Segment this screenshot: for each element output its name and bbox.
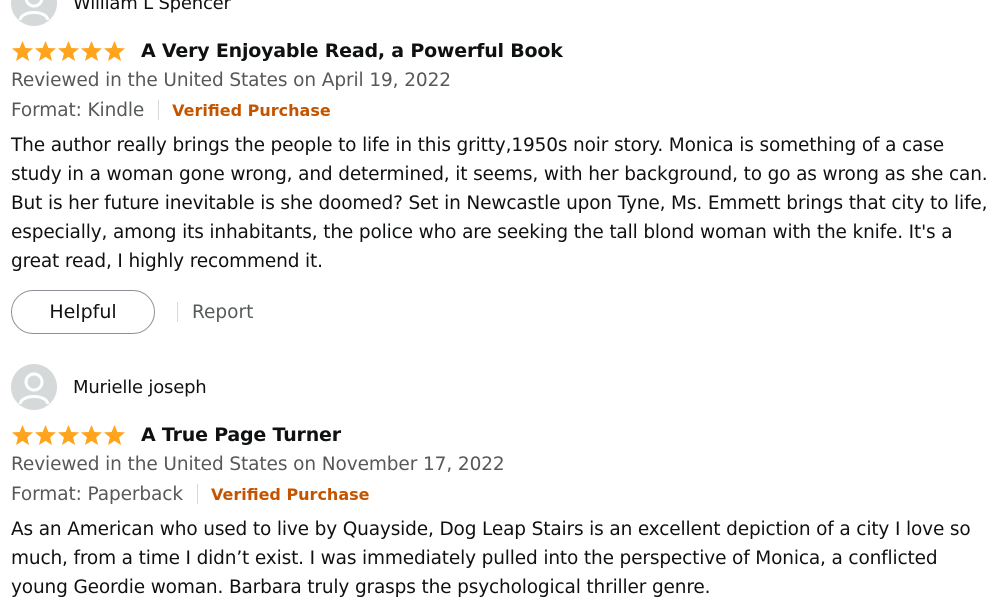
- review-date: Reviewed in the United States on April 1…: [11, 70, 451, 91]
- review-title[interactable]: A Very Enjoyable Read, a Powerful Book: [141, 40, 563, 62]
- report-link[interactable]: Report: [192, 302, 253, 323]
- default-avatar-icon: [18, 372, 50, 405]
- review-card: William L Spencer A Very Enjoyable Read,…: [11, 0, 996, 335]
- review-body: As an American who used to live by Quays…: [11, 515, 996, 602]
- review-body-line: The author really brings the people to l…: [11, 135, 944, 156]
- star-icon: [103, 424, 126, 446]
- star-icon: [34, 424, 57, 446]
- review-body-line: great read, I highly recommend it.: [11, 251, 323, 272]
- star-icon: [57, 424, 80, 446]
- review-body: The author really brings the people to l…: [11, 131, 996, 276]
- star-icon: [34, 40, 57, 62]
- five-star-rating-icon[interactable]: [11, 424, 127, 446]
- star-icon: [11, 424, 34, 446]
- star-icon: [103, 40, 126, 62]
- review-body-line: As an American who used to live by Quays…: [11, 519, 971, 540]
- divider: [196, 484, 198, 504]
- divider: [158, 100, 160, 120]
- reviewer-name[interactable]: Murielle joseph: [73, 377, 207, 398]
- avatar[interactable]: [11, 0, 57, 26]
- review-date: Reviewed in the United States on Novembe…: [11, 454, 505, 475]
- verified-purchase-badge: Verified Purchase: [172, 100, 331, 120]
- five-star-rating-icon[interactable]: [11, 40, 127, 62]
- divider: [177, 302, 178, 322]
- format-link[interactable]: Format: Kindle: [11, 100, 144, 121]
- review-body-line: study in a woman gone wrong, and determi…: [11, 164, 988, 185]
- review-title[interactable]: A True Page Turner: [141, 424, 341, 446]
- default-avatar-icon: [18, 0, 50, 21]
- helpful-button[interactable]: Helpful: [11, 290, 155, 334]
- reviewer-profile[interactable]: Murielle joseph: [11, 364, 996, 410]
- star-icon: [80, 40, 103, 62]
- review-card: Murielle joseph A True Page Turner Revie…: [11, 364, 996, 602]
- reviewer-name[interactable]: William L Spencer: [73, 0, 231, 14]
- star-icon: [80, 424, 103, 446]
- review-body-line: much, from a time I didn’t exist. I was …: [11, 548, 938, 569]
- star-icon: [11, 40, 34, 62]
- avatar[interactable]: [11, 364, 57, 410]
- review-body-line: young Geordie woman. Barbara truly grasp…: [11, 577, 711, 598]
- format-link[interactable]: Format: Paperback: [11, 484, 183, 505]
- star-icon: [57, 40, 80, 62]
- reviewer-profile[interactable]: William L Spencer: [11, 0, 996, 26]
- review-body-line: But is her future inevitable is she doom…: [11, 193, 988, 214]
- review-body-line: especially, among its inhabitants, the p…: [11, 222, 953, 243]
- verified-purchase-badge: Verified Purchase: [210, 484, 370, 504]
